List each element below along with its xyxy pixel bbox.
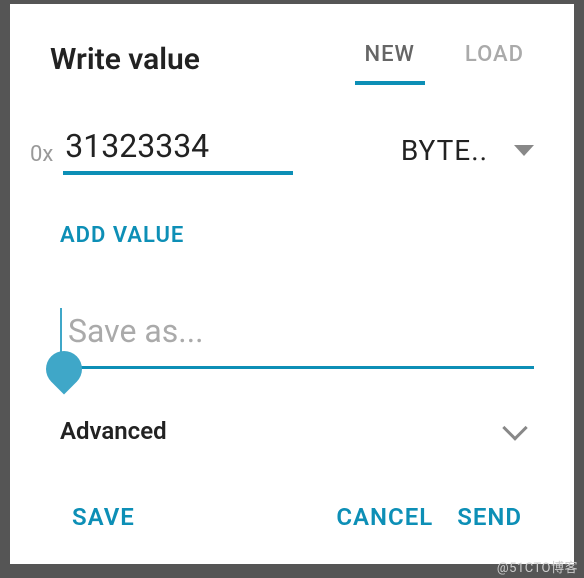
advanced-label: Advanced	[60, 417, 167, 445]
send-button[interactable]: SEND	[445, 495, 534, 539]
tab-new[interactable]: NEW	[355, 34, 425, 85]
chevron-down-icon	[502, 415, 527, 440]
dialog-header: Write value NEW LOAD	[10, 4, 574, 95]
saveas-row	[10, 268, 574, 369]
value-input[interactable]	[63, 123, 293, 175]
tab-load[interactable]: LOAD	[455, 34, 534, 85]
save-button[interactable]: SAVE	[60, 495, 147, 539]
saveas-input[interactable]	[60, 308, 534, 369]
type-label: BYTE..	[401, 134, 488, 167]
advanced-toggle[interactable]: Advanced	[10, 369, 574, 465]
cancel-button[interactable]: CANCEL	[324, 495, 445, 539]
chevron-down-icon	[514, 145, 534, 156]
action-row: SAVE CANCEL SEND	[10, 465, 574, 559]
dialog-title: Write value	[50, 42, 335, 77]
type-dropdown[interactable]: BYTE..	[401, 134, 534, 175]
add-value-row: ADD VALUE	[10, 185, 574, 268]
write-value-dialog: Write value NEW LOAD 0x BYTE.. ADD VALUE…	[10, 4, 574, 564]
hex-prefix: 0x	[30, 142, 53, 175]
add-value-button[interactable]: ADD VALUE	[60, 223, 184, 248]
watermark: @51CTO博客	[497, 557, 578, 576]
value-row: 0x BYTE..	[10, 95, 574, 185]
tabs: NEW LOAD	[355, 34, 534, 85]
